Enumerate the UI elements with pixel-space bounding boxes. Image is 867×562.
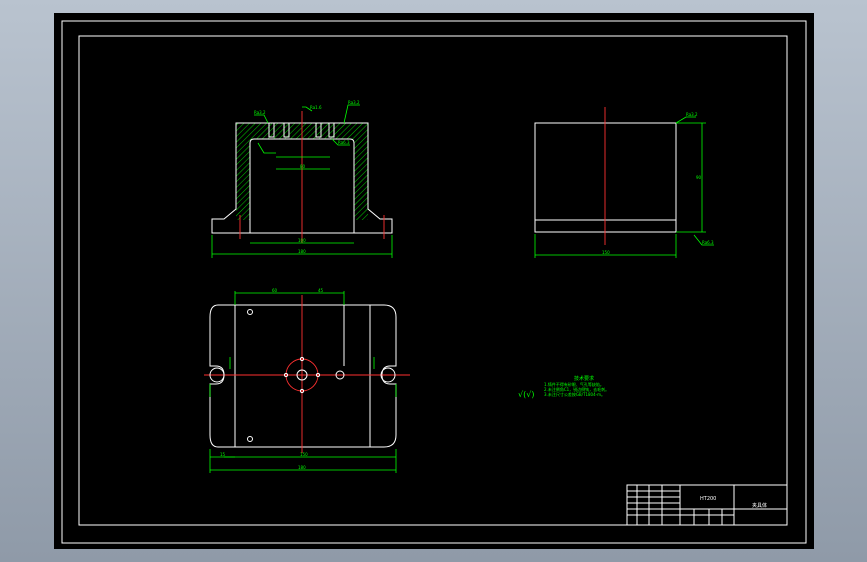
callout-3: Ra3.2 — [348, 100, 360, 105]
dim-width-text: 150 — [602, 250, 610, 255]
leader — [675, 116, 696, 124]
cad-viewport[interactable]: 100 180 80 Ra3.2 Ra1.6 Ra3.2 Ra6.3 90 15… — [54, 13, 814, 549]
leader — [257, 142, 276, 154]
callout-4: Ra6.3 — [338, 140, 350, 145]
pin-hole-bottom — [247, 436, 253, 442]
dim-width-inner-text: 150 — [300, 452, 308, 457]
leader — [343, 104, 360, 124]
note-line-3: 3.未注尺寸公差按GB/T1804-m。 — [544, 391, 605, 397]
inner-frame — [78, 35, 788, 526]
callout-2: Ra1.6 — [310, 105, 322, 110]
outer-frame — [61, 20, 807, 544]
leader — [254, 114, 269, 124]
dim-hole-spacing-right-text: 45 — [318, 288, 324, 293]
drawing-canvas: 100 180 80 Ra3.2 Ra1.6 Ra3.2 Ra6.3 90 15… — [61, 20, 807, 544]
side-base — [534, 219, 677, 233]
dim-overall-text: 180 — [298, 465, 306, 470]
technical-notes: 技术要求 1.铸件不得有砂眼、气孔等缺陷。 2.未注倒角C1，锐边倒钝，去毛刺。… — [518, 375, 609, 399]
material-text: HT200 — [700, 496, 716, 502]
side-callout-2: Ra6.3 — [702, 240, 714, 245]
top-outline — [209, 304, 397, 448]
dim-inner-width-text: 100 — [298, 238, 306, 243]
top-view: 60 45 150 180 15 — [204, 288, 410, 473]
pin-hole-top — [247, 309, 253, 315]
dim-hole-spacing-left-text: 60 — [272, 288, 278, 293]
dim-edge-text: 15 — [220, 452, 226, 457]
dim-height-text: 90 — [696, 175, 702, 180]
side-view: 90 150 Ra3.2 Ra6.3 — [534, 107, 714, 258]
title-block: HT200 夹具体 — [626, 484, 788, 526]
notes-heading: 技术要求 — [574, 375, 594, 382]
side-callout-1: Ra3.2 — [686, 112, 698, 117]
roughness-symbol: √(√) — [518, 390, 534, 399]
side-body — [534, 122, 677, 233]
part-name-text: 夹具体 — [752, 502, 767, 509]
front-section-view: 100 180 80 Ra3.2 Ra1.6 Ra3.2 Ra6.3 — [211, 100, 393, 258]
dim-overall-width-text: 180 — [298, 249, 306, 254]
dim-slot-text: 80 — [300, 164, 306, 169]
callout-1: Ra3.2 — [254, 110, 266, 115]
